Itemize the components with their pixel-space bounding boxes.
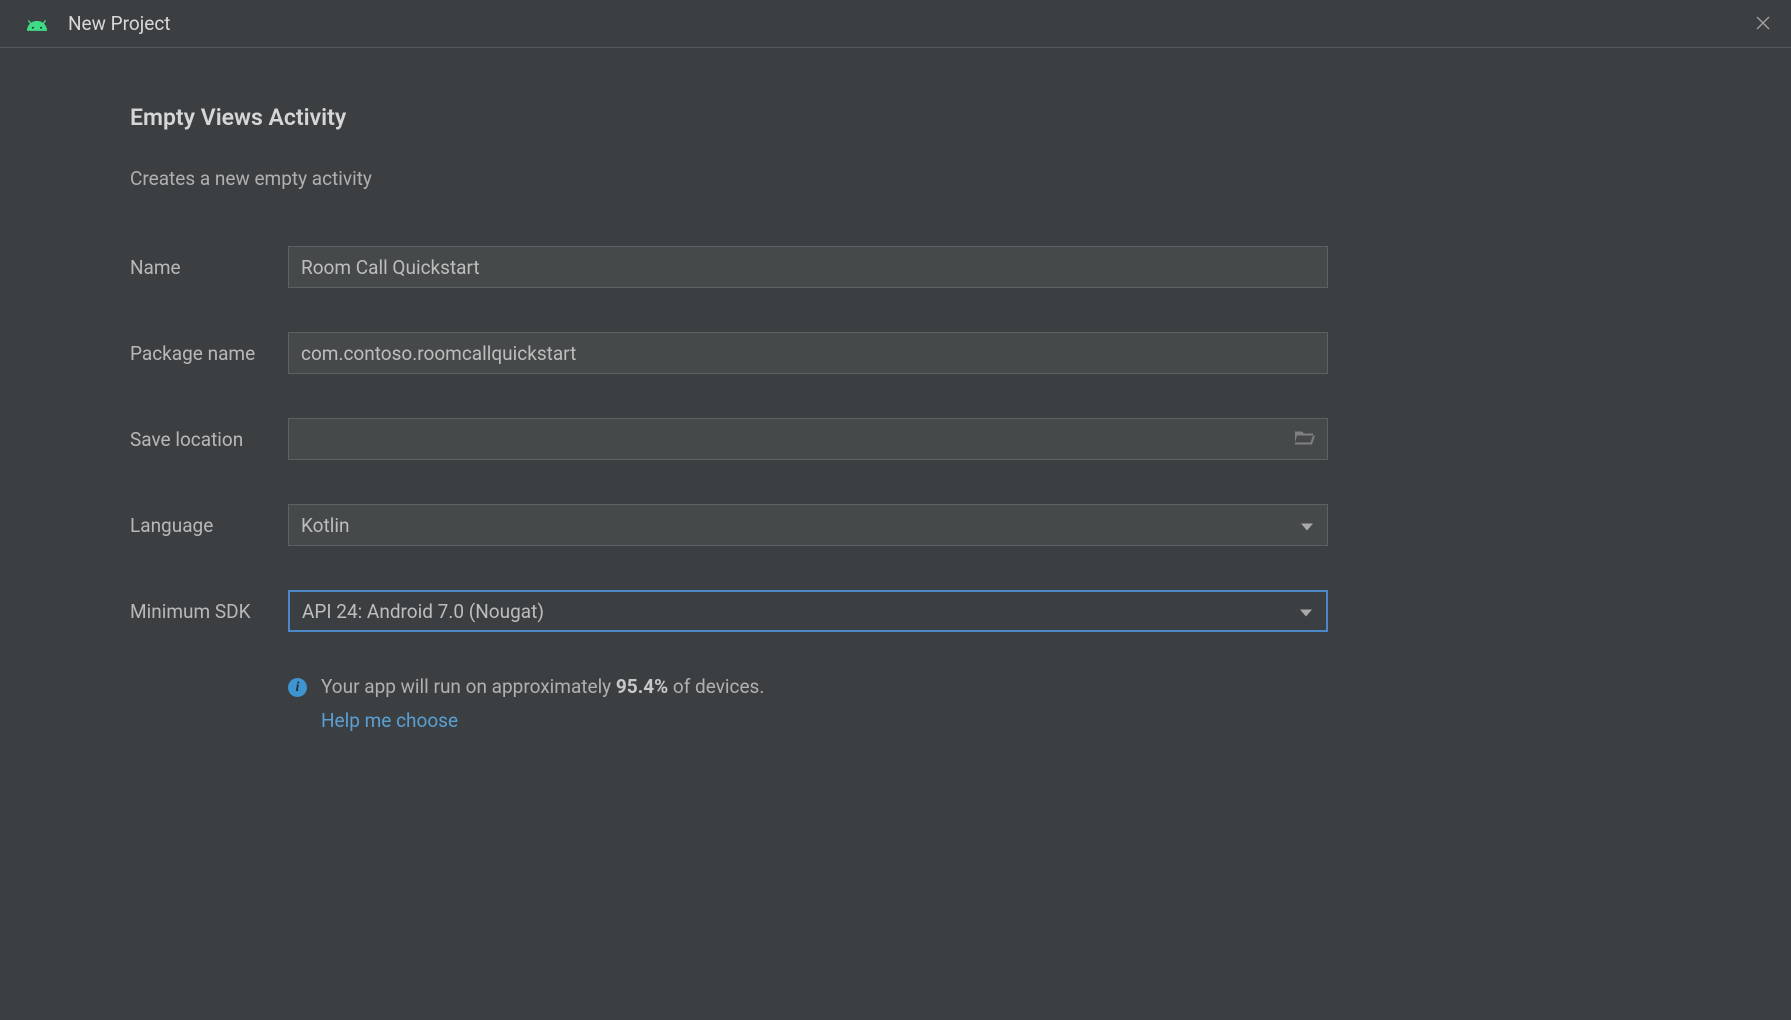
form-row-language: Language Kotlin <box>130 504 1663 546</box>
language-label: Language <box>130 514 288 537</box>
form-row-name: Name <box>130 246 1663 288</box>
android-icon <box>26 17 48 31</box>
page-title: Empty Views Activity <box>130 104 1663 131</box>
name-field-wrapper <box>288 246 1328 288</box>
close-icon <box>1756 15 1770 34</box>
package-field-wrapper <box>288 332 1328 374</box>
language-value: Kotlin <box>301 514 349 537</box>
page-subtitle: Creates a new empty activity <box>130 167 1663 190</box>
help-me-choose-link[interactable]: Help me choose <box>321 709 764 732</box>
info-prefix: Your app will run on approximately <box>321 675 616 698</box>
folder-icon <box>1295 428 1315 451</box>
name-label: Name <box>130 256 288 279</box>
sdk-info-text-block: Your app will run on approximately 95.4%… <box>321 674 764 732</box>
chevron-down-icon <box>1301 514 1313 537</box>
min-sdk-label: Minimum SDK <box>130 600 288 623</box>
save-location-field-wrapper <box>288 418 1328 460</box>
min-sdk-select[interactable]: API 24: Android 7.0 (Nougat) <box>288 590 1328 632</box>
save-location-input[interactable] <box>301 419 1315 459</box>
titlebar: New Project <box>0 0 1791 48</box>
name-input[interactable] <box>301 247 1315 287</box>
info-icon: i <box>288 678 307 697</box>
info-percentage: 95.4% <box>616 675 668 698</box>
sdk-info-section: i Your app will run on approximately 95.… <box>288 674 1663 732</box>
min-sdk-value: API 24: Android 7.0 (Nougat) <box>302 600 544 623</box>
form-row-min-sdk: Minimum SDK API 24: Android 7.0 (Nougat) <box>130 590 1663 632</box>
close-button[interactable] <box>1751 12 1775 36</box>
content-area: Empty Views Activity Creates a new empty… <box>0 48 1791 732</box>
form-row-package: Package name <box>130 332 1663 374</box>
window-title: New Project <box>68 12 170 35</box>
form-row-save-location: Save location <box>130 418 1663 460</box>
browse-folder-button[interactable] <box>1295 428 1315 451</box>
save-location-label: Save location <box>130 428 288 451</box>
info-suffix: of devices. <box>668 675 764 698</box>
language-select[interactable]: Kotlin <box>288 504 1328 546</box>
package-input[interactable] <box>301 333 1315 373</box>
chevron-down-icon <box>1300 600 1312 623</box>
sdk-info-text: Your app will run on approximately 95.4%… <box>321 675 764 698</box>
package-label: Package name <box>130 342 288 365</box>
